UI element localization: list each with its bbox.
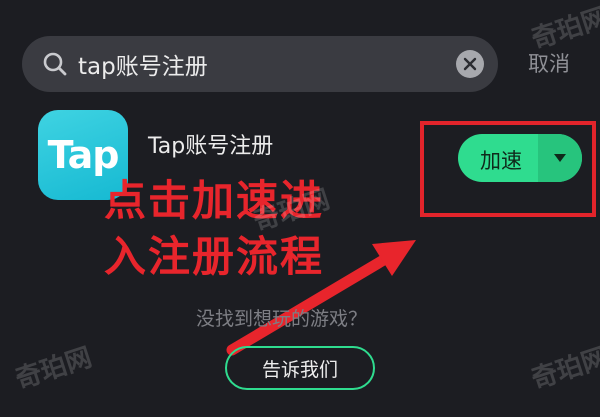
not-found-text: 没找到想玩的游戏？ [196, 308, 368, 330]
clear-search-button[interactable] [456, 50, 484, 78]
watermark-logo: 奇珀网 [528, 2, 600, 56]
search-icon [43, 52, 67, 76]
tell-us-button[interactable]: 告诉我们 [225, 346, 375, 390]
app-icon-logo-text: Tap [47, 133, 120, 177]
tell-us-button-label: 告诉我们 [261, 358, 338, 381]
close-icon [463, 57, 477, 71]
annotation-line-2: 入注册流程 [104, 232, 325, 281]
cancel-button[interactable]: 取消 [528, 48, 570, 78]
search-input[interactable] [78, 44, 458, 84]
app-name[interactable]: Tap账号注册 [148, 128, 273, 160]
watermark-logo: 奇珀网 [528, 342, 600, 396]
search-bar [22, 36, 498, 92]
watermark-logo: 奇珀网 [12, 342, 96, 396]
highlight-box [420, 121, 596, 217]
screen: 取消 Tap Tap账号注册 加速 点击加速进 入注册流程 没找到想玩的游戏？ … [0, 0, 600, 417]
